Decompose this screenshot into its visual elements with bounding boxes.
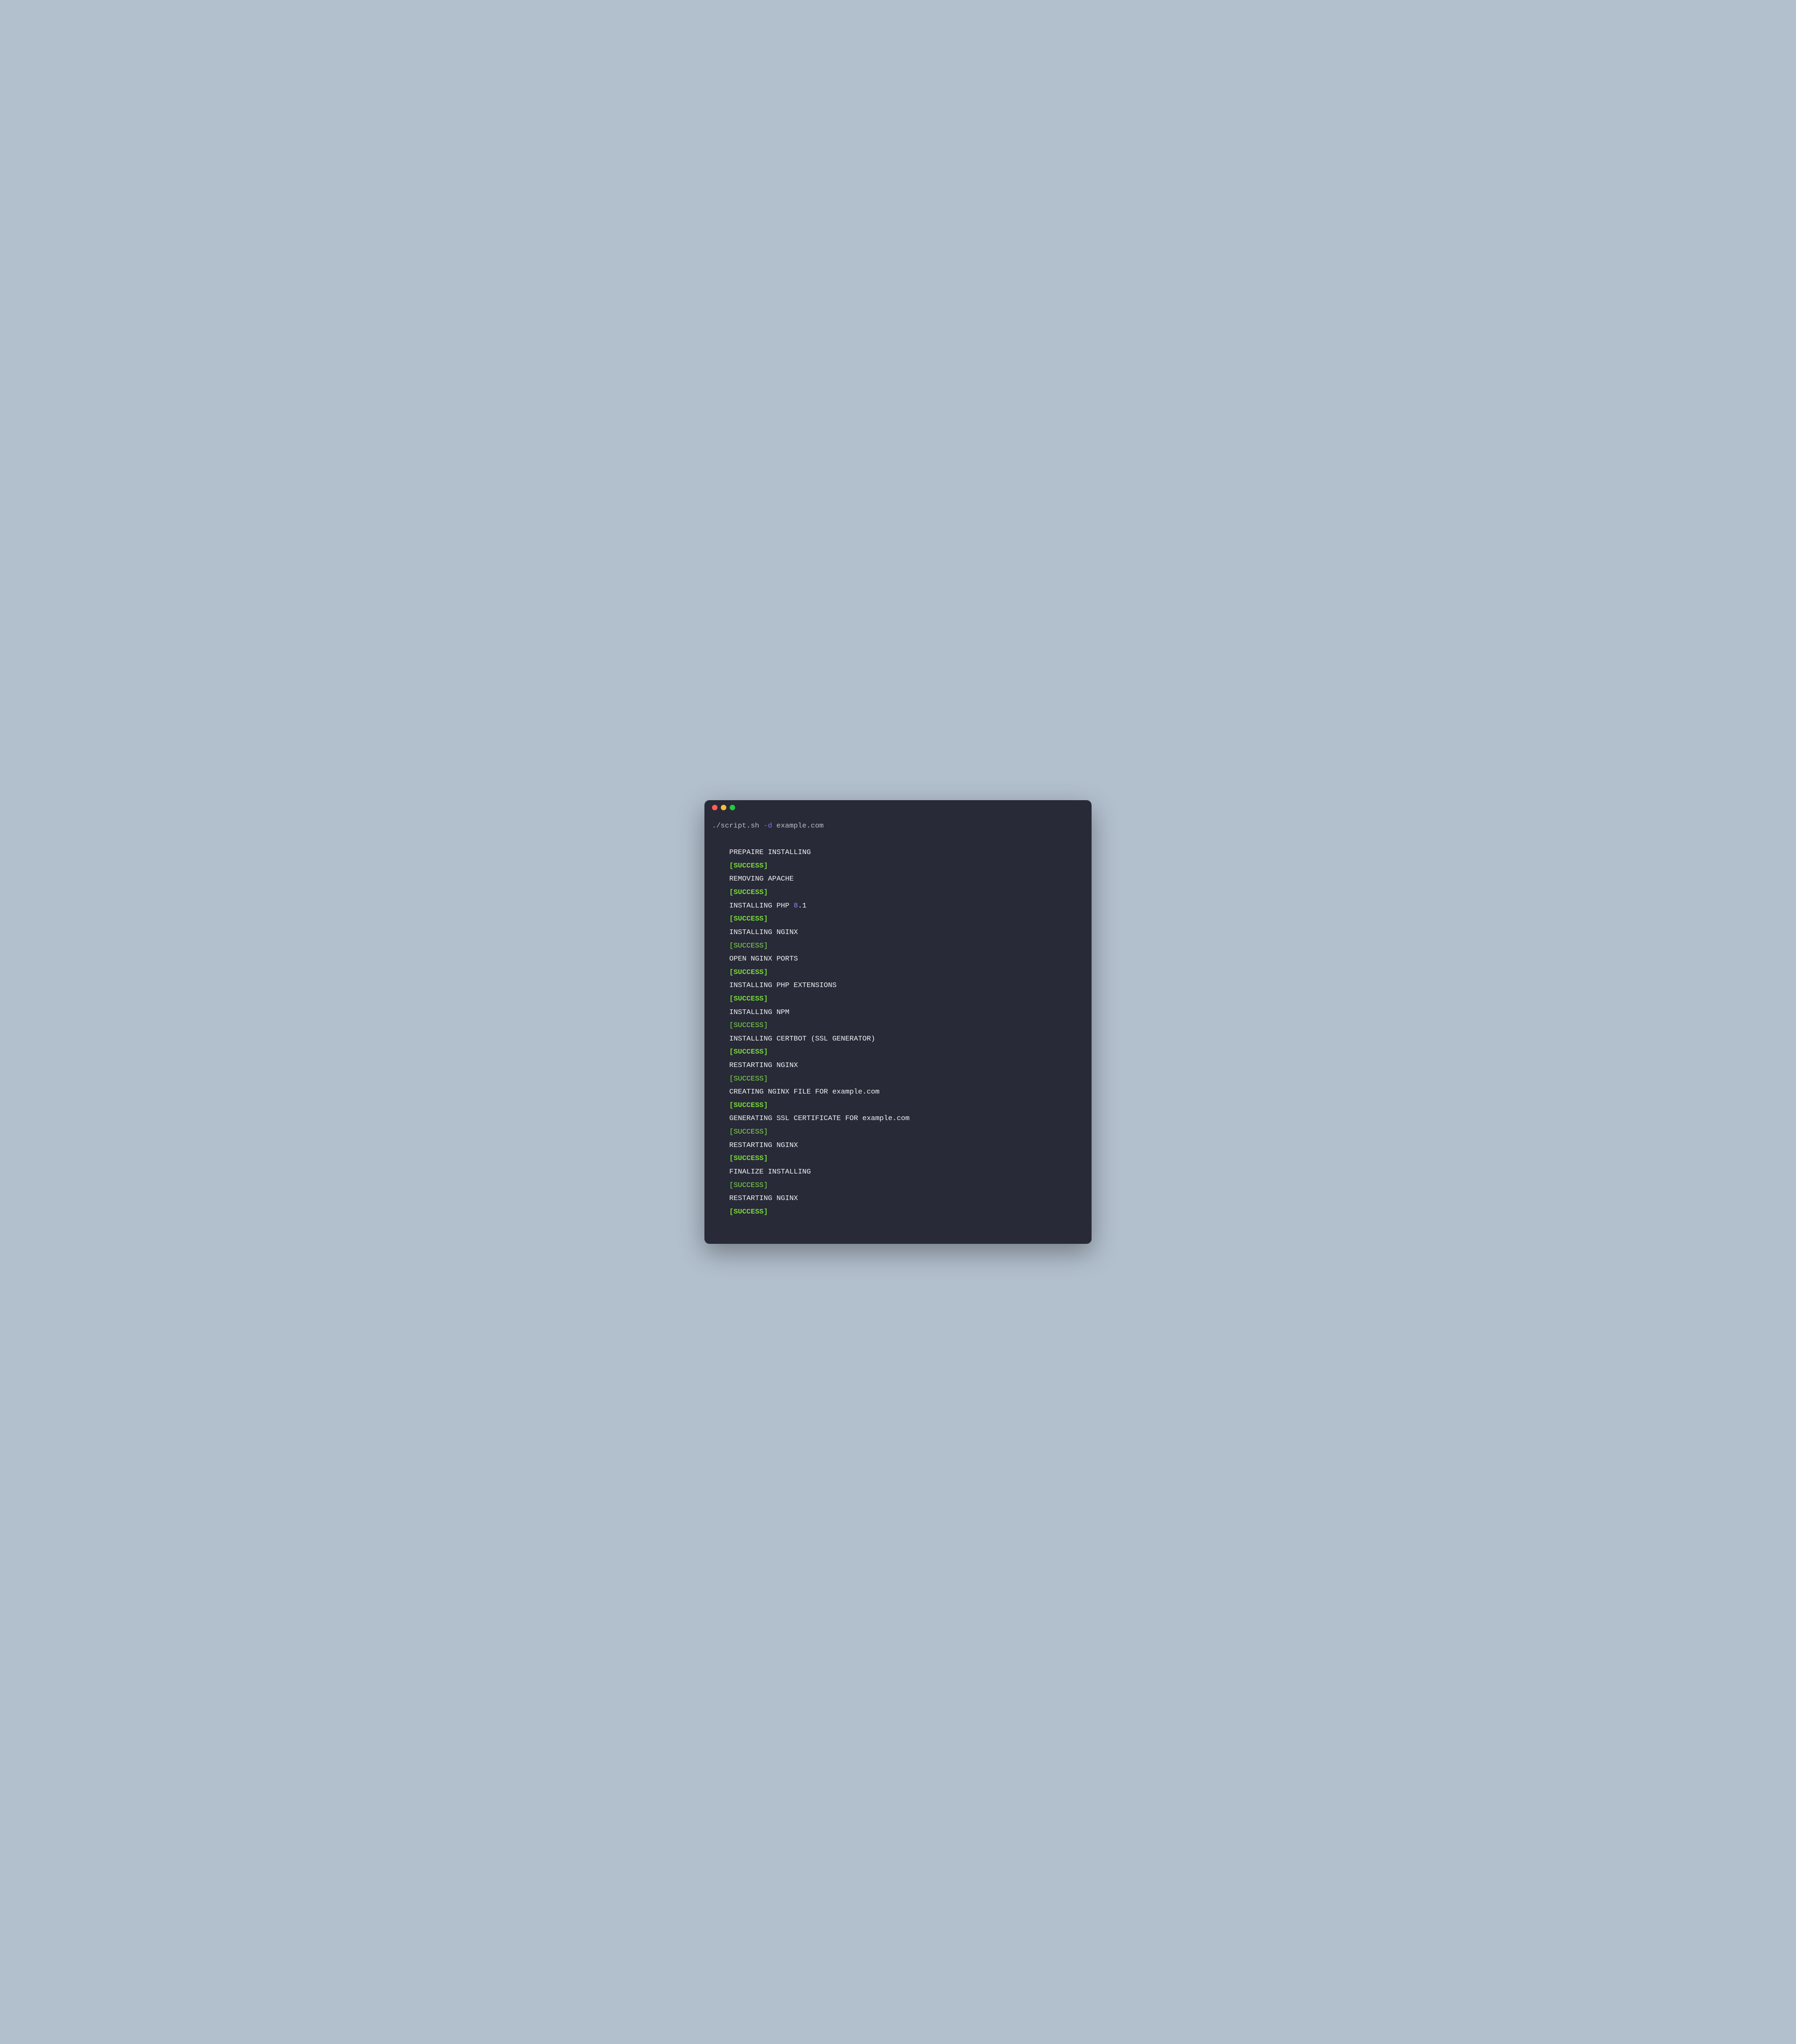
step-line: REMOVING APACHE	[729, 873, 1084, 886]
command-arg: example.com	[776, 822, 824, 830]
command-text: ./script.sh	[712, 822, 759, 830]
number-literal: 8	[794, 902, 798, 910]
step-line: INSTALLING PHP 8.1	[729, 900, 1084, 913]
step-line: RESTARTING NGINX	[729, 1192, 1084, 1206]
status-success: [SUCCESS]	[729, 1099, 1084, 1112]
step-text: REMOVING APACHE	[729, 875, 794, 883]
status-success: [SUCCESS]	[729, 886, 1084, 900]
status-success: [SUCCESS]	[729, 1073, 1084, 1086]
terminal-body[interactable]: ./script.sh -d example.com PREPAIRE INST…	[704, 815, 1092, 1244]
step-line: PREPAIRE INSTALLING	[729, 846, 1084, 860]
status-success: [SUCCESS]	[729, 966, 1084, 979]
step-text: INSTALLING PHP	[729, 902, 794, 910]
step-line: FINALIZE INSTALLING	[729, 1166, 1084, 1179]
step-text: CREATING NGINX FILE FOR example.com	[729, 1088, 879, 1096]
step-text: GENERATING SSL CERTIFICATE FOR example.c…	[729, 1115, 909, 1123]
step-line: INSTALLING CERTBOT (SSL GENERATOR)	[729, 1033, 1084, 1046]
step-text: OPEN NGINX PORTS	[729, 955, 798, 963]
step-text: FINALIZE INSTALLING	[729, 1168, 811, 1176]
step-line: INSTALLING PHP EXTENSIONS	[729, 979, 1084, 993]
title-bar	[704, 800, 1092, 815]
step-text: RESTARTING NGINX	[729, 1195, 798, 1203]
step-line: OPEN NGINX PORTS	[729, 953, 1084, 966]
status-success: [SUCCESS]	[729, 993, 1084, 1006]
step-text: .1	[798, 902, 806, 910]
step-line: INSTALLING NGINX	[729, 926, 1084, 939]
output-block: PREPAIRE INSTALLING [SUCCESS] REMOVING APA…	[712, 846, 1084, 1219]
status-success: [SUCCESS]	[729, 1206, 1084, 1219]
status-success: [SUCCESS]	[729, 913, 1084, 926]
status-success: [SUCCESS]	[729, 939, 1084, 953]
command-prompt-line: ./script.sh -d example.com	[712, 820, 1084, 833]
step-line: CREATING NGINX FILE FOR example.com	[729, 1086, 1084, 1099]
minimize-icon[interactable]	[721, 805, 726, 810]
step-line: INSTALLING NPM	[729, 1006, 1084, 1019]
step-line: GENERATING SSL CERTIFICATE FOR example.c…	[729, 1112, 1084, 1126]
status-success: [SUCCESS]	[729, 1179, 1084, 1192]
step-text: INSTALLING CERTBOT (SSL GENERATOR)	[729, 1035, 875, 1043]
terminal-window: ./script.sh -d example.com PREPAIRE INST…	[704, 800, 1092, 1244]
status-success: [SUCCESS]	[729, 860, 1084, 873]
step-text: PREPAIRE INSTALLING	[729, 849, 811, 857]
step-text: RESTARTING NGINX	[729, 1062, 798, 1070]
status-success: [SUCCESS]	[729, 1046, 1084, 1059]
maximize-icon[interactable]	[730, 805, 735, 810]
step-line: RESTARTING NGINX	[729, 1059, 1084, 1073]
step-text: INSTALLING NPM	[729, 1009, 789, 1017]
step-text: INSTALLING NGINX	[729, 929, 798, 937]
status-success: [SUCCESS]	[729, 1019, 1084, 1033]
step-text: RESTARTING NGINX	[729, 1142, 798, 1150]
step-line: RESTARTING NGINX	[729, 1139, 1084, 1152]
step-text: INSTALLING PHP EXTENSIONS	[729, 982, 837, 990]
status-success: [SUCCESS]	[729, 1152, 1084, 1166]
status-success: [SUCCESS]	[729, 1126, 1084, 1139]
command-flag: -d	[763, 822, 772, 830]
close-icon[interactable]	[712, 805, 717, 810]
